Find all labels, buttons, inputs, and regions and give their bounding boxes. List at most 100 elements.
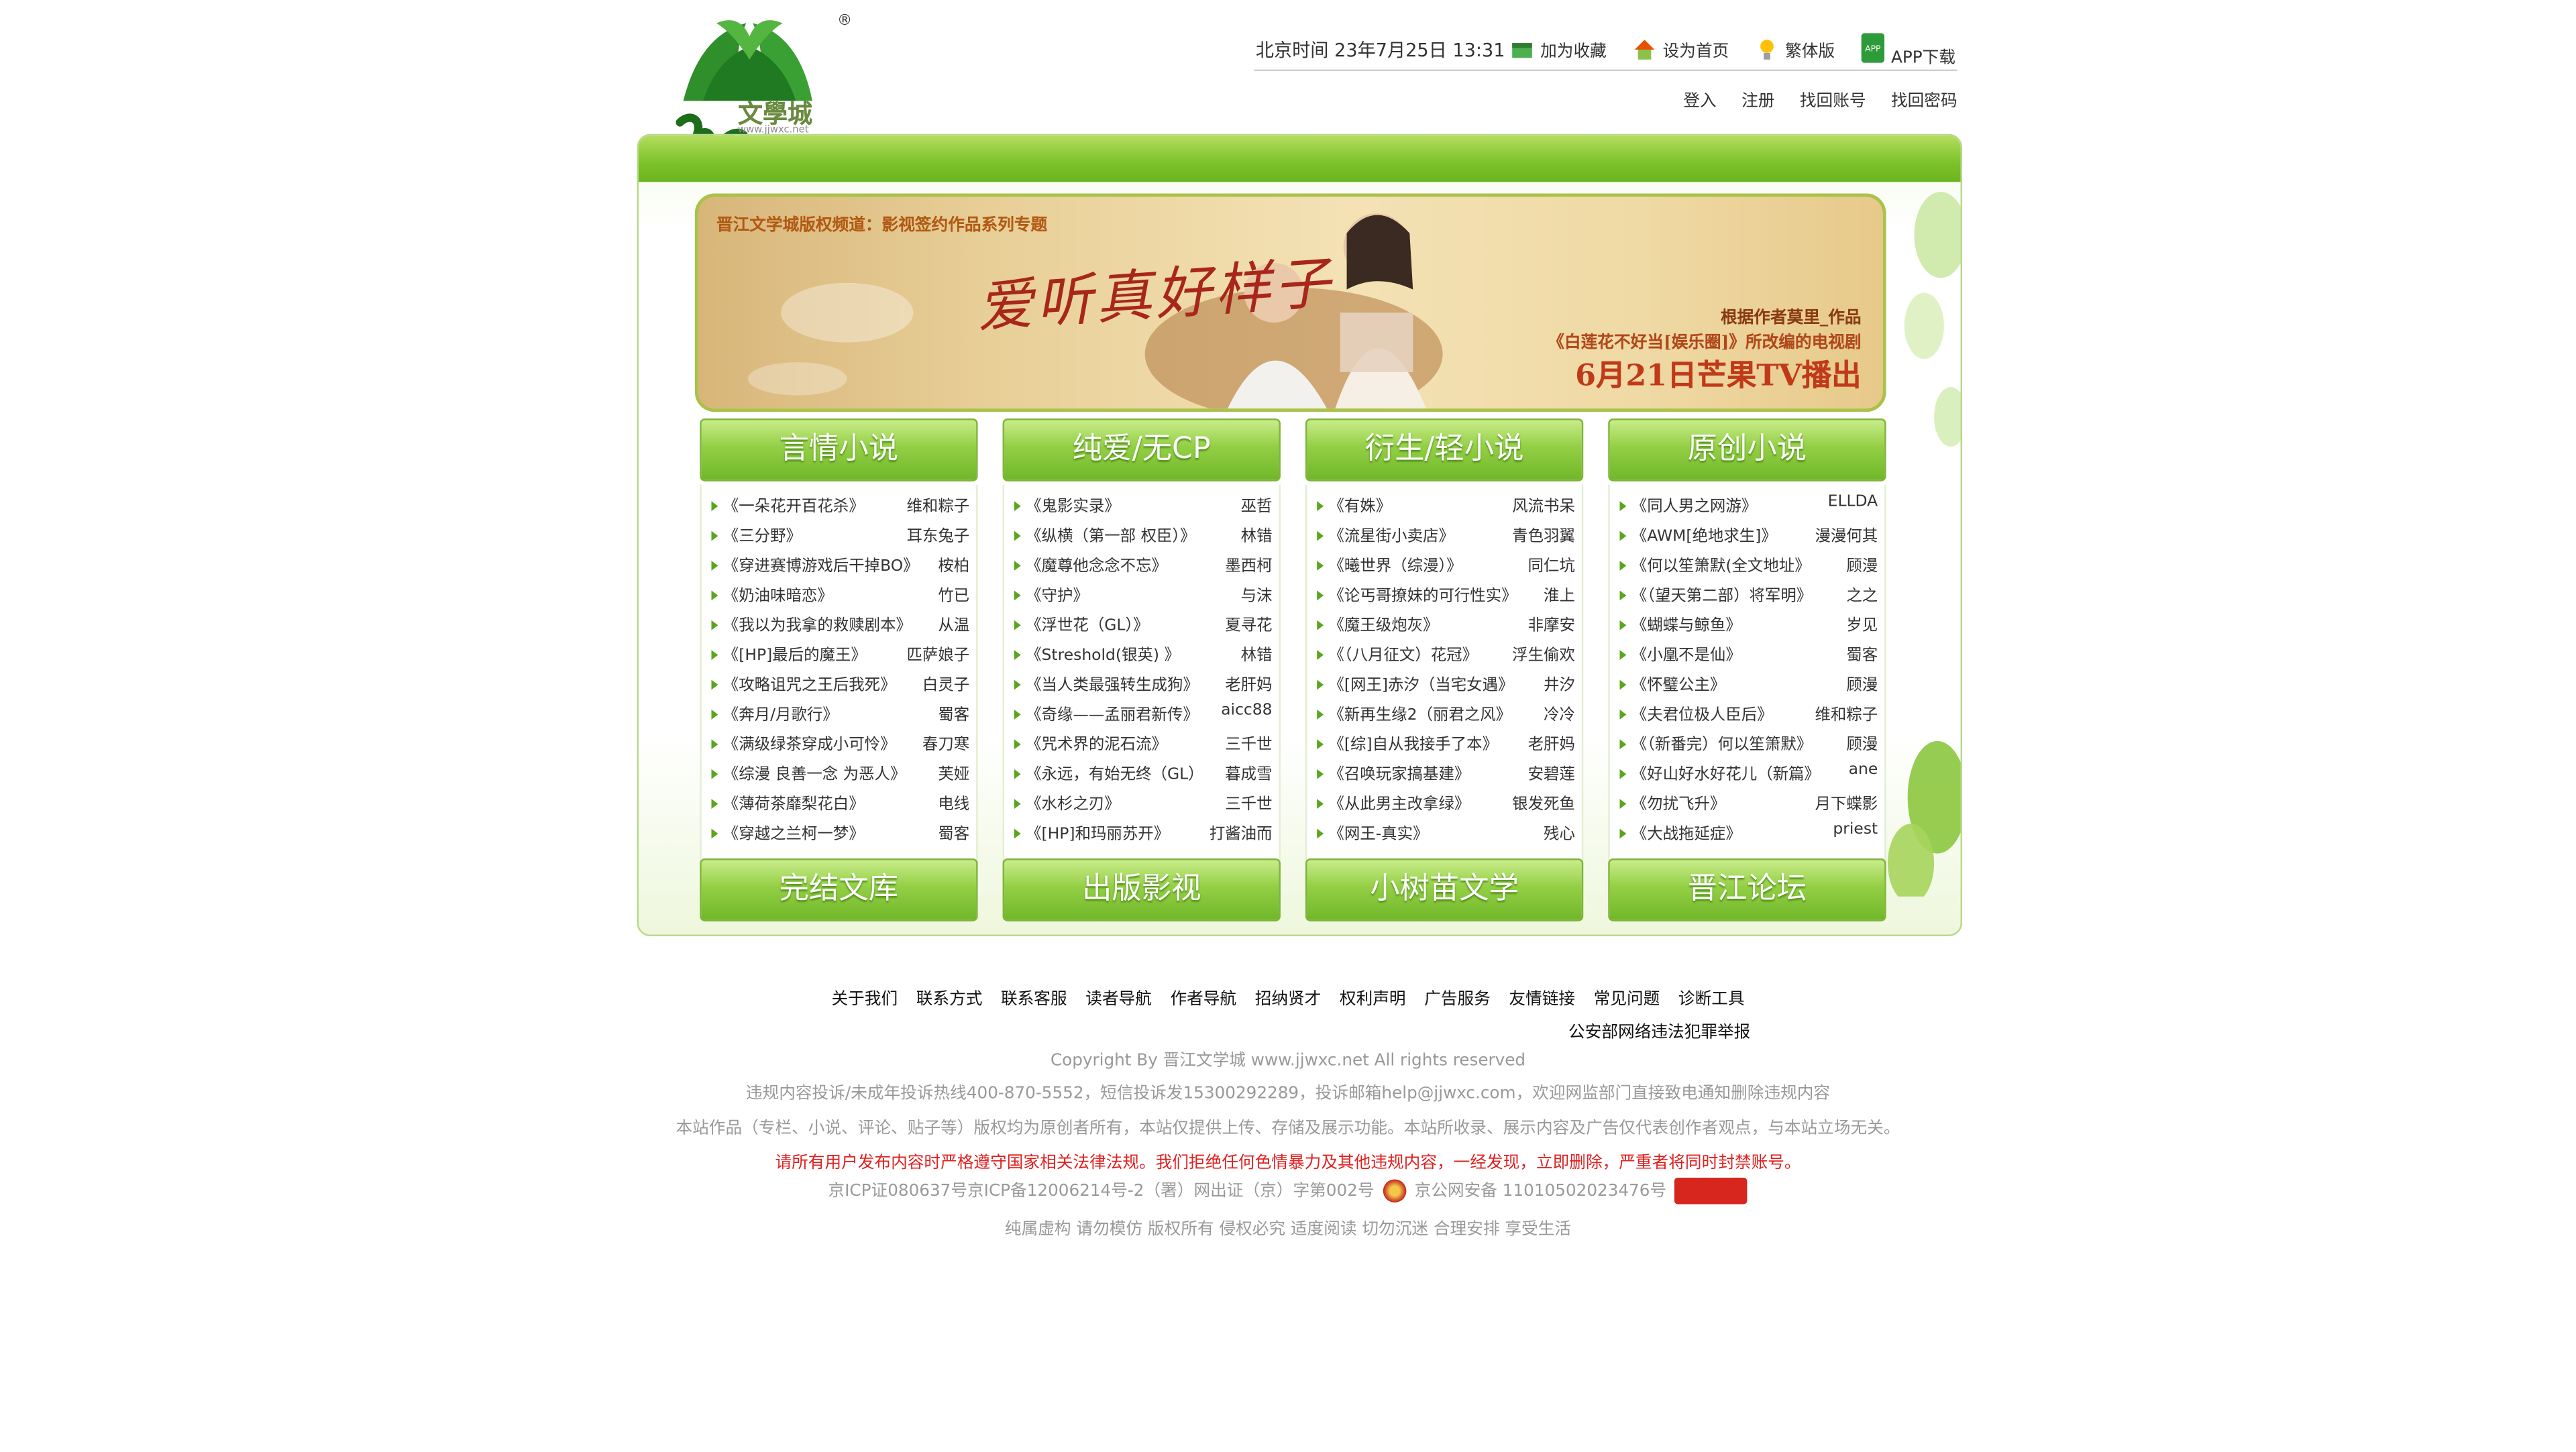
book-title[interactable]: 《魔王级炮灰》 bbox=[1328, 612, 1438, 635]
author-name[interactable]: 老肝妈 bbox=[1528, 731, 1575, 755]
book-title[interactable]: 《穿进赛博游戏后干掉BO》 bbox=[723, 553, 919, 575]
author-name[interactable]: 桉柏 bbox=[938, 553, 969, 575]
author-name[interactable]: aicc88 bbox=[1221, 702, 1272, 720]
list-item[interactable]: 《（望天第二部）将军明》 之之 bbox=[1619, 582, 1878, 608]
list-item[interactable]: 《论丐哥撩妹的可行性实》 淮上 bbox=[1317, 582, 1575, 608]
list-item[interactable]: 《有姝》 风流书呆 bbox=[1317, 493, 1575, 519]
author-name[interactable]: 老肝妈 bbox=[1225, 671, 1272, 695]
jinjiang-forum-button[interactable]: 晋江论坛 bbox=[1608, 858, 1886, 922]
book-title[interactable]: 《满级绿茶穿成小可怜》 bbox=[723, 731, 896, 755]
list-item[interactable]: 《满级绿茶穿成小可怜》 春刀寒 bbox=[711, 731, 969, 757]
footer-support-link[interactable]: 联系客服 bbox=[1001, 991, 1067, 1009]
book-title[interactable]: 《[HP]和玛丽苏开》 bbox=[1026, 820, 1169, 844]
list-item[interactable]: 《守护》 与沫 bbox=[1014, 582, 1273, 608]
author-name[interactable]: ane bbox=[1849, 761, 1878, 779]
book-title[interactable]: 《穿越之兰柯一梦》 bbox=[723, 820, 865, 844]
list-item[interactable]: 《从此男主改拿绿》 银发死鱼 bbox=[1317, 791, 1575, 817]
author-name[interactable]: 残心 bbox=[1544, 820, 1575, 844]
bookmark-link[interactable]: 加为收藏 bbox=[1511, 36, 1607, 61]
author-name[interactable]: 银发死鱼 bbox=[1512, 791, 1575, 814]
sapling-literature-button[interactable]: 小树苗文学 bbox=[1305, 858, 1584, 922]
author-name[interactable]: ELLDA bbox=[1828, 493, 1878, 511]
book-title[interactable]: 《[网王]赤汐（当宅女遇》 bbox=[1328, 671, 1513, 695]
book-title[interactable]: 《三分野》 bbox=[723, 522, 802, 546]
author-name[interactable]: 青色羽翼 bbox=[1512, 522, 1575, 546]
promo-banner[interactable]: 晋江文学城版权频道：影视签约作品系列专题 爱听真好样子 根据作者莫里_作品 《白… bbox=[694, 193, 1886, 412]
author-name[interactable]: 蜀客 bbox=[1846, 642, 1878, 665]
author-name[interactable]: 之之 bbox=[1846, 582, 1878, 606]
footer-about-link[interactable]: 关于我们 bbox=[831, 991, 898, 1009]
list-item[interactable]: 《奔月/月歌行》 蜀客 bbox=[711, 702, 969, 728]
completed-library-button[interactable]: 完结文库 bbox=[700, 858, 978, 922]
list-item[interactable]: 《鬼影实录》 巫哲 bbox=[1014, 493, 1273, 519]
author-name[interactable]: 匹萨娘子 bbox=[906, 642, 969, 665]
list-item[interactable]: 《[网王]赤汐（当宅女遇》 井汐 bbox=[1317, 671, 1575, 697]
footer-reader-guide-link[interactable]: 读者导航 bbox=[1085, 991, 1152, 1009]
author-name[interactable]: 维和粽子 bbox=[906, 493, 969, 516]
author-name[interactable]: 暮成雪 bbox=[1225, 761, 1272, 784]
list-item[interactable]: 《蝴蝶与鲸鱼》 岁见 bbox=[1619, 612, 1878, 638]
footer-careers-link[interactable]: 招纳贤才 bbox=[1255, 991, 1322, 1009]
icp-license-link[interactable]: 京ICP证080637号京ICP备12006214号-2（署）网出证（京）字第0… bbox=[828, 1182, 1374, 1200]
book-title[interactable]: 《怀璧公主》 bbox=[1631, 671, 1726, 695]
recover-password-link[interactable]: 找回密码 bbox=[1891, 93, 1957, 111]
author-name[interactable]: 春刀寒 bbox=[922, 731, 969, 755]
author-name[interactable]: 与沫 bbox=[1241, 582, 1273, 606]
author-name[interactable]: 巫哲 bbox=[1241, 493, 1273, 516]
list-item[interactable]: 《穿越之兰柯一梦》 蜀客 bbox=[711, 820, 969, 846]
author-name[interactable]: 耳东兔子 bbox=[906, 522, 969, 546]
footer-contact-link[interactable]: 联系方式 bbox=[916, 991, 983, 1009]
list-item[interactable]: 《勿扰飞升》 月下蝶影 bbox=[1619, 791, 1878, 817]
book-title[interactable]: 《小凰不是仙》 bbox=[1631, 642, 1741, 665]
author-name[interactable]: 同仁坑 bbox=[1528, 553, 1575, 575]
author-name[interactable]: 井汐 bbox=[1544, 671, 1575, 695]
footer-faq-link[interactable]: 常见问题 bbox=[1594, 991, 1660, 1009]
author-name[interactable]: 芙娅 bbox=[938, 761, 969, 784]
list-item[interactable]: 《综漫 良善一念 为恶人》 芙娅 bbox=[711, 761, 969, 787]
list-item[interactable]: 《攻略诅咒之王后我死》 白灵子 bbox=[711, 671, 969, 697]
book-title[interactable]: 《曦世界（综漫）》 bbox=[1328, 553, 1462, 575]
list-item[interactable]: 《奶油味暗恋》 竹已 bbox=[711, 582, 969, 608]
list-item[interactable]: 《咒术界的泥石流》 三千世 bbox=[1014, 731, 1273, 757]
author-name[interactable]: 风流书呆 bbox=[1512, 493, 1575, 516]
author-name[interactable]: 非摩安 bbox=[1528, 612, 1575, 635]
author-name[interactable]: 三千世 bbox=[1225, 791, 1272, 814]
list-item[interactable]: 《穿进赛博游戏后干掉BO》 桉柏 bbox=[711, 553, 969, 579]
book-title[interactable]: 《蝴蝶与鲸鱼》 bbox=[1631, 612, 1741, 635]
book-title[interactable]: 《我以为我拿的救赎剧本》 bbox=[723, 612, 912, 635]
author-name[interactable]: 漫漫何其 bbox=[1815, 522, 1878, 546]
author-name[interactable]: 夏寻花 bbox=[1225, 612, 1272, 635]
police-report-link[interactable]: 公安部网络违法犯罪举报 bbox=[1568, 1017, 1750, 1042]
author-name[interactable]: 林错 bbox=[1241, 642, 1273, 665]
category-danmei-header[interactable]: 纯爱/无CP bbox=[1002, 418, 1281, 482]
category-original-header[interactable]: 原创小说 bbox=[1608, 418, 1886, 482]
author-name[interactable]: priest bbox=[1833, 820, 1878, 838]
book-title[interactable]: 《永远，有始无终（GL） bbox=[1026, 761, 1204, 784]
book-title[interactable]: 《有姝》 bbox=[1328, 493, 1391, 516]
list-item[interactable]: 《好山好水好花儿（新篇》 ane bbox=[1619, 761, 1878, 787]
book-title[interactable]: 《水杉之刃》 bbox=[1026, 791, 1120, 814]
book-title[interactable]: 《（八月征文）花冠》 bbox=[1328, 642, 1478, 665]
author-name[interactable]: 维和粽子 bbox=[1815, 702, 1878, 724]
login-link[interactable]: 登入 bbox=[1683, 93, 1716, 111]
author-name[interactable]: 顾漫 bbox=[1846, 671, 1878, 695]
author-name[interactable]: 从温 bbox=[938, 612, 969, 635]
book-title[interactable]: 《薄荷茶靡梨花白》 bbox=[723, 791, 865, 814]
book-title[interactable]: 《魔尊他念念不忘》 bbox=[1026, 553, 1167, 575]
list-item[interactable]: 《Streshold(银英) 》 林错 bbox=[1014, 642, 1273, 668]
book-title[interactable]: 《AWM[绝地求生]》 bbox=[1631, 522, 1777, 546]
category-romance-header[interactable]: 言情小说 bbox=[700, 418, 978, 482]
list-item[interactable]: 《[综]自从我接手了本》 老肝妈 bbox=[1317, 731, 1575, 757]
list-item[interactable]: 《当人类最强转生成狗》 老肝妈 bbox=[1014, 671, 1273, 697]
list-item[interactable]: 《奇缘——孟丽君新传》 aicc88 bbox=[1014, 702, 1273, 728]
list-item[interactable]: 《（八月征文）花冠》 浮生偷欢 bbox=[1317, 642, 1575, 668]
book-title[interactable]: 《浮世花（GL）》 bbox=[1026, 612, 1149, 635]
author-name[interactable]: 电线 bbox=[938, 791, 969, 814]
list-item[interactable]: 《三分野》 耳东兔子 bbox=[711, 522, 969, 549]
author-name[interactable]: 竹已 bbox=[938, 582, 969, 606]
author-name[interactable]: 岁见 bbox=[1846, 612, 1878, 635]
traditional-version-link[interactable]: 繁体版 bbox=[1756, 36, 1835, 61]
book-title[interactable]: 《Streshold(银英) 》 bbox=[1026, 642, 1180, 665]
book-title[interactable]: 《勿扰飞升》 bbox=[1631, 791, 1726, 814]
category-fanfic-header[interactable]: 衍生/轻小说 bbox=[1305, 418, 1584, 482]
